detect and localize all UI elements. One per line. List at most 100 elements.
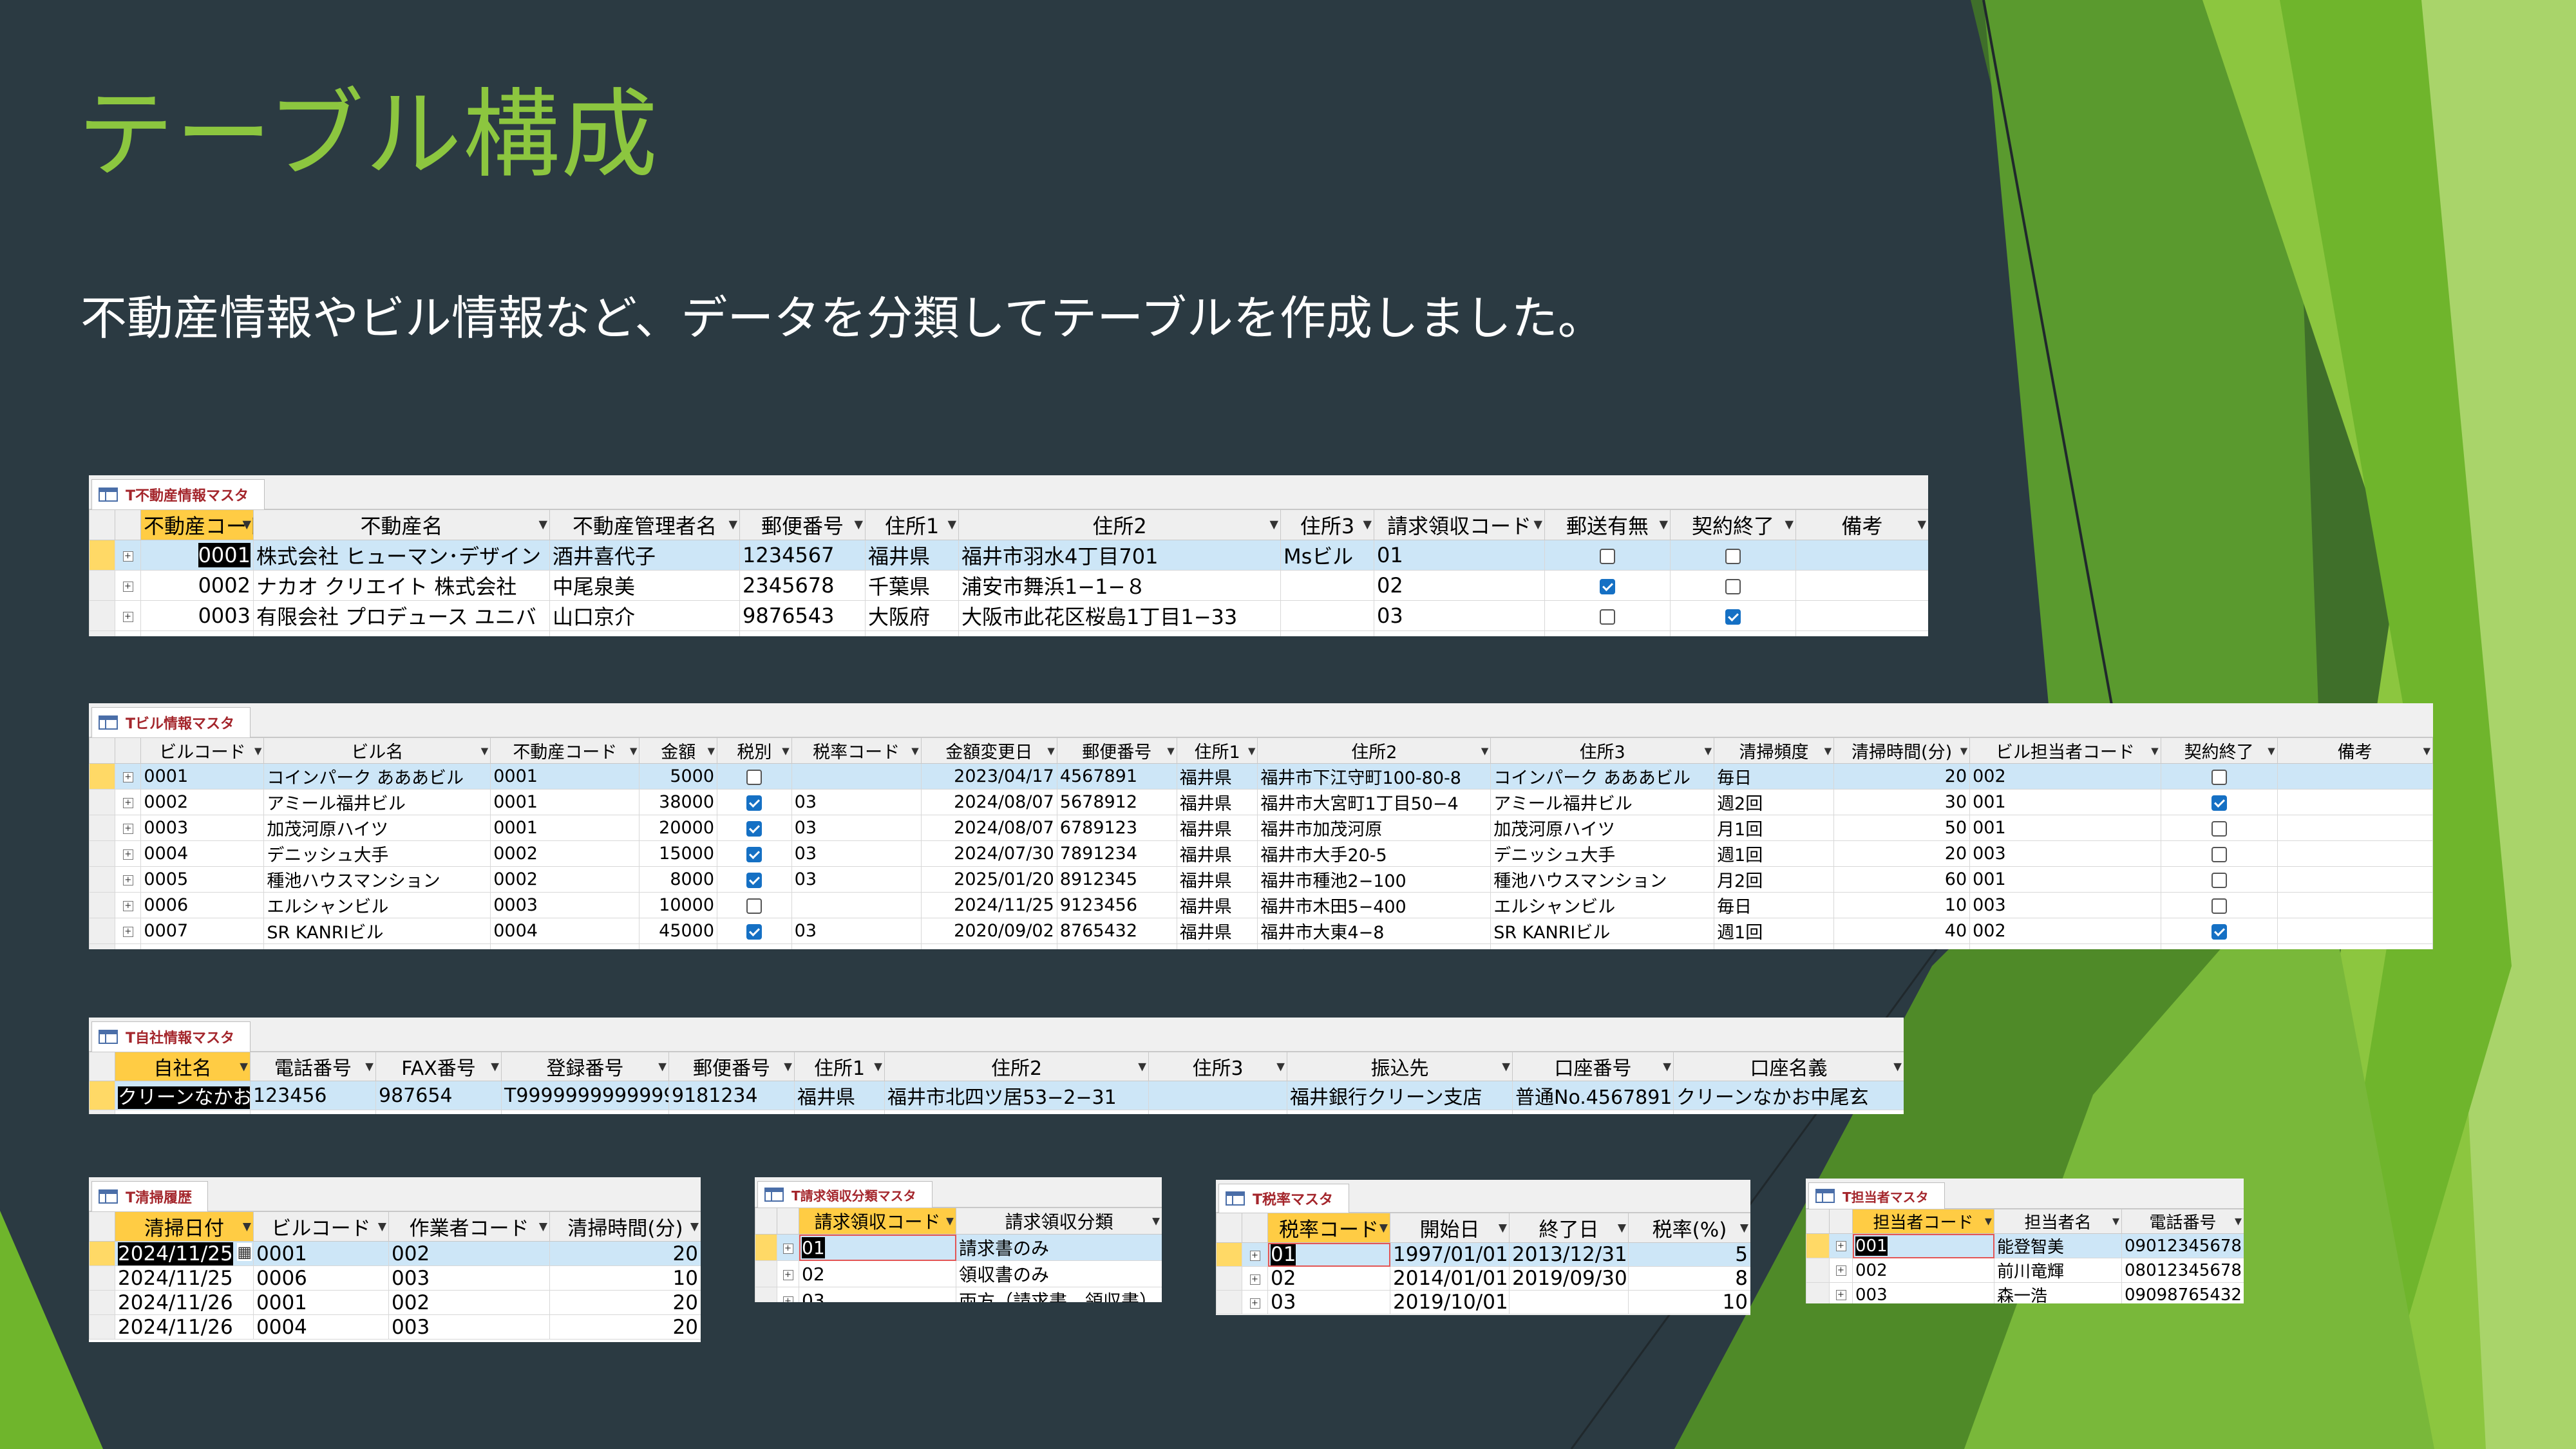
expand-cell[interactable]: +: [777, 1234, 799, 1261]
frequency-cell[interactable]: 週1回: [1714, 840, 1835, 867]
select-all[interactable]: [755, 1208, 777, 1235]
col-header[interactable]: 税率(%) ▼: [1628, 1213, 1750, 1243]
postal-cell[interactable]: 8765432: [1056, 918, 1177, 944]
table-row[interactable]: +0008あいうえおビル0004500002025/01/211234568福井…: [89, 943, 2433, 949]
phone-cell[interactable]: 08012345678: [2121, 1258, 2244, 1283]
expand-plus-icon[interactable]: +: [122, 849, 133, 860]
empty-cell[interactable]: [1287, 1110, 1513, 1114]
empty-cell[interactable]: [668, 1110, 795, 1114]
cleaning-time-cell[interactable]: 60: [1833, 866, 1971, 893]
fudosan-code-cell[interactable]: 0003: [490, 892, 640, 918]
address1-cell[interactable]: 千葉県: [865, 570, 959, 601]
expand-plus-icon[interactable]: +: [122, 582, 133, 592]
expand-cell[interactable]: +: [115, 789, 142, 815]
invoice-code-cell[interactable]: 02: [799, 1260, 956, 1287]
address3-cell[interactable]: エルシャンビル: [1490, 892, 1715, 918]
cleaning-date-cell[interactable]: 2024/11/25: [115, 1265, 254, 1291]
row-selector[interactable]: [755, 1287, 777, 1302]
note-cell[interactable]: [2277, 866, 2433, 893]
note-cell[interactable]: [2277, 892, 2433, 918]
col-header[interactable]: 郵便番号 ▼: [668, 1052, 795, 1081]
cleaning-time-cell[interactable]: 20: [549, 1241, 701, 1266]
manager-cell[interactable]: 酒井喜代子: [549, 540, 740, 571]
row-selector[interactable]: [1806, 1282, 1830, 1303]
note-cell[interactable]: [1795, 570, 1928, 601]
address2-cell[interactable]: 福井市加茂河原: [1257, 815, 1492, 841]
cleaning-time-cell[interactable]: 20: [1833, 840, 1971, 867]
table-row[interactable]: +001 能登智美 09012345678: [1806, 1233, 2244, 1258]
col-header[interactable]: 口座番号 ▼: [1512, 1052, 1674, 1081]
col-header[interactable]: 登録番号 ▼: [501, 1052, 669, 1081]
worker-code-cell[interactable]: 002: [388, 1241, 550, 1266]
fax-cell[interactable]: 987654: [375, 1081, 502, 1110]
worker-code-cell[interactable]: 002: [388, 1290, 550, 1315]
cleaning-time-cell[interactable]: 10: [1833, 892, 1971, 918]
postal-cell[interactable]: 9876543: [739, 600, 866, 631]
select-all[interactable]: [89, 509, 115, 540]
invoice-code-cell[interactable]: 01: [1374, 630, 1545, 636]
expand-plus-icon[interactable]: +: [782, 1296, 793, 1302]
col-header[interactable]: 金額 ▼: [639, 737, 718, 764]
fudosan-code-cell[interactable]: 0004: [140, 630, 254, 636]
building-code-cell[interactable]: 0007: [140, 918, 265, 944]
expand-cell[interactable]: +: [115, 866, 142, 893]
tax-code-cell[interactable]: 03: [791, 815, 922, 841]
expand-cell[interactable]: +: [115, 763, 142, 790]
col-header[interactable]: 郵便番号 ▼: [739, 509, 866, 540]
note-cell[interactable]: [2277, 918, 2433, 944]
start-date-cell[interactable]: 1997/01/01: [1390, 1242, 1510, 1267]
table-row[interactable]: +0004 デニッシュ大手 0002 15000 03 2024/07/30 7891234…: [89, 840, 2433, 867]
address1-cell[interactable]: 福井県: [1176, 815, 1258, 841]
invoice-code-cell[interactable]: 01: [799, 1234, 956, 1261]
postal-cell[interactable]: 9123456: [1056, 892, 1177, 918]
expand-cell[interactable]: +: [115, 918, 142, 944]
contract-end-checkbox-cell[interactable]: [2160, 918, 2278, 944]
invoice-code-cell[interactable]: 03: [1374, 600, 1545, 631]
invoice-code-cell[interactable]: 03: [799, 1287, 956, 1302]
phone-cell[interactable]: 123456: [250, 1081, 376, 1110]
col-header[interactable]: 不動産管理者名 ▼: [549, 509, 740, 540]
phone-cell[interactable]: 09098765432: [2121, 1282, 2244, 1303]
expand-plus-icon[interactable]: +: [1835, 1265, 1846, 1276]
address2-cell[interactable]: 福井市木田5−400: [1257, 892, 1492, 918]
address1-cell[interactable]: 福井県: [794, 1081, 885, 1110]
contract-end-checkbox-cell[interactable]: [2160, 892, 2278, 918]
fudosan-code-cell[interactable]: 0001: [490, 763, 640, 790]
frequency-cell[interactable]: 毎日: [1714, 943, 1835, 949]
address3-cell[interactable]: 種池ハウスマンション: [1490, 866, 1715, 893]
staff-name-cell[interactable]: 前川竜輝: [1994, 1258, 2122, 1283]
tab-tax-rate[interactable]: T税率マスタ: [1218, 1184, 1350, 1213]
expand-cell[interactable]: +: [777, 1260, 799, 1287]
worker-code-cell[interactable]: 003: [388, 1314, 550, 1340]
col-header[interactable]: 契約終了 ▼: [2160, 737, 2278, 764]
expand-plus-icon[interactable]: +: [782, 1269, 793, 1280]
cleaning-date-cell[interactable]: 2024/11/25 ▦: [115, 1241, 254, 1266]
tax-code-cell[interactable]: 03: [791, 918, 922, 944]
row-selector[interactable]: [755, 1260, 777, 1287]
staff-code-cell[interactable]: 003: [1852, 1282, 1994, 1303]
postal-cell[interactable]: 1234567: [739, 540, 866, 571]
address1-cell[interactable]: 福井県: [1176, 840, 1258, 867]
col-header[interactable]: 住所3 ▼: [1280, 509, 1374, 540]
expand-cell[interactable]: +: [777, 1287, 799, 1302]
row-selector[interactable]: [89, 1314, 115, 1340]
row-selector[interactable]: [89, 1081, 115, 1110]
row-selector[interactable]: [89, 789, 116, 815]
staff-name-cell[interactable]: 能登智美: [1994, 1233, 2122, 1258]
expand-cell[interactable]: +: [1242, 1290, 1268, 1314]
tax-code-cell[interactable]: 01: [1267, 1242, 1390, 1267]
address2-cell[interactable]: 大阪市此花区桜島1丁目1−33: [958, 600, 1281, 631]
postal-cell[interactable]: 1234568: [1056, 943, 1177, 949]
row-selector[interactable]: [89, 815, 116, 841]
table-row[interactable]: +0001 コインパーク あああビル 0001 5000 2023/04/17 45678…: [89, 763, 2433, 790]
tax-excluded-checkbox-cell[interactable]: [717, 815, 792, 841]
col-header[interactable]: 不動産名 ▼: [253, 509, 550, 540]
expand-plus-icon[interactable]: +: [1835, 1241, 1846, 1251]
fudosan-code-cell[interactable]: 0001: [490, 815, 640, 841]
col-header[interactable]: 請求領収コード ▼: [799, 1208, 956, 1235]
table-row[interactable]: +02 領収書のみ: [755, 1260, 1162, 1287]
manager-cell[interactable]: 中尾泉美: [549, 570, 740, 601]
col-header[interactable]: 不動産コード▼: [140, 509, 254, 540]
manager-cell[interactable]: 山口京介: [549, 600, 740, 631]
amount-change-date-cell[interactable]: 2024/07/30: [920, 840, 1057, 867]
